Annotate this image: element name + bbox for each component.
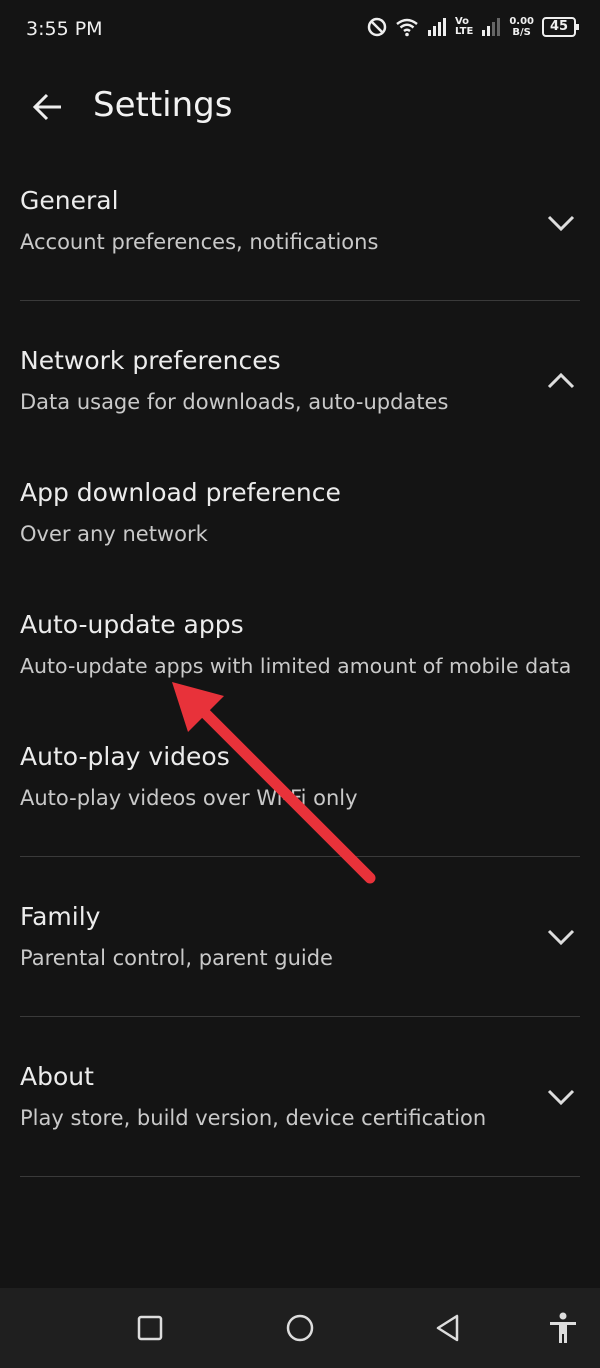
back-nav-button[interactable] — [430, 1310, 466, 1346]
section-network-preferences[interactable]: Network preferences Data usage for downl… — [0, 340, 600, 430]
divider — [20, 1176, 580, 1177]
page-title: Settings — [93, 85, 233, 125]
network-speed: 0.00 B/S — [509, 16, 534, 38]
accessibility-icon — [550, 1312, 576, 1343]
section-about[interactable]: About Play store, build version, device … — [0, 1056, 600, 1166]
setting-title: Auto-update apps — [20, 610, 244, 639]
setting-auto-update-apps[interactable]: Auto-update apps Auto-update apps with l… — [0, 604, 600, 704]
chevron-up-icon[interactable] — [545, 370, 577, 392]
section-general[interactable]: General Account preferences, notificatio… — [0, 180, 600, 290]
chevron-down-icon[interactable] — [545, 212, 577, 234]
chevron-down-icon[interactable] — [545, 926, 577, 948]
do-not-disturb-icon — [367, 17, 387, 37]
signal-icon — [427, 18, 446, 36]
chevron-down-icon[interactable] — [545, 1086, 577, 1108]
arrow-left-icon — [32, 93, 61, 121]
divider — [20, 300, 580, 301]
home-button[interactable] — [282, 1310, 318, 1346]
section-title: About — [20, 1062, 94, 1091]
accessibility-button[interactable] — [545, 1310, 581, 1346]
status-time: 3:55 PM — [26, 18, 103, 40]
back-button[interactable] — [28, 87, 68, 127]
speed-unit: B/S — [512, 27, 531, 38]
setting-auto-play-videos[interactable]: Auto-play videos Auto-play videos over W… — [0, 736, 600, 836]
setting-title: Auto-play videos — [20, 742, 230, 771]
section-title: General — [20, 186, 119, 215]
circle-icon — [286, 1314, 314, 1342]
section-subtitle: Parental control, parent guide — [20, 946, 333, 970]
section-subtitle: Account preferences, notifications — [20, 230, 379, 254]
triangle-back-icon — [436, 1314, 459, 1342]
volte-indicator: Vo LTE — [455, 17, 473, 37]
status-bar: 3:55 PM Vo LTE 0.00 B/S 45 — [0, 0, 600, 60]
setting-value: Auto-play videos over Wi-Fi only — [20, 786, 358, 810]
section-subtitle: Data usage for downloads, auto-updates — [20, 390, 449, 414]
wifi-icon — [396, 18, 418, 37]
divider — [20, 1016, 580, 1017]
section-title: Family — [20, 902, 101, 931]
system-nav-bar — [0, 1288, 600, 1368]
signal-icon-2 — [482, 18, 501, 36]
section-subtitle: Play store, build version, device certif… — [20, 1106, 487, 1130]
setting-value: Auto-update apps with limited amount of … — [20, 654, 572, 678]
section-family[interactable]: Family Parental control, parent guide — [0, 896, 600, 1006]
section-title: Network preferences — [20, 346, 281, 375]
speed-value: 0.00 — [509, 16, 534, 27]
lte-label: LTE — [454, 26, 474, 37]
square-icon — [137, 1315, 163, 1341]
setting-value: Over any network — [20, 522, 208, 546]
divider — [20, 856, 580, 857]
recents-button[interactable] — [132, 1310, 168, 1346]
app-header: Settings — [0, 75, 600, 139]
setting-title: App download preference — [20, 478, 341, 507]
battery-indicator: 45 — [542, 17, 579, 37]
status-icons: Vo LTE 0.00 B/S 45 — [367, 16, 579, 38]
setting-app-download-preference[interactable]: App download preference Over any network — [0, 472, 600, 572]
